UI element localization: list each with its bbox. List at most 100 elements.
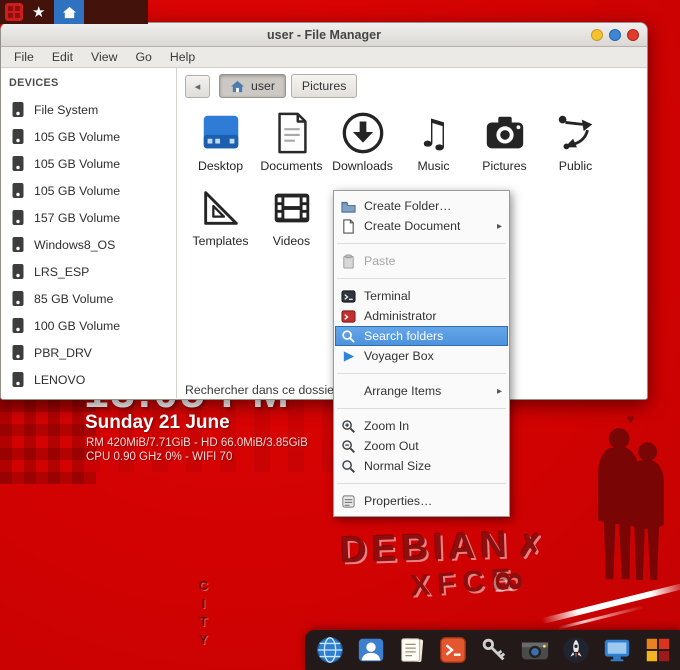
dock-rocket[interactable] bbox=[561, 635, 591, 665]
maximize-button[interactable] bbox=[609, 29, 621, 41]
menubar-item-go[interactable]: Go bbox=[126, 48, 160, 66]
minimize-button[interactable] bbox=[591, 29, 603, 41]
sidebar-item-label: 105 GB Volume bbox=[34, 184, 120, 198]
rocket-icon bbox=[561, 635, 591, 665]
file-downloads[interactable]: Downloads bbox=[327, 110, 398, 173]
wallpaper-graffiti-debian: DEBIAN✗ bbox=[339, 522, 548, 571]
submenu-arrow-icon: ▸ bbox=[497, 386, 502, 397]
context-menu-item-search-folders[interactable]: Search folders bbox=[335, 326, 508, 346]
camera-icon bbox=[520, 635, 550, 665]
drive-icon bbox=[11, 236, 25, 253]
sidebar-item-file-system[interactable]: File System bbox=[1, 96, 176, 123]
context-menu-item-administrator[interactable]: Administrator bbox=[335, 306, 508, 326]
notes-icon bbox=[397, 635, 427, 665]
favorites-star-icon[interactable]: ★ bbox=[32, 5, 45, 20]
home-panel-icon[interactable] bbox=[54, 0, 84, 24]
terminal-icon bbox=[341, 289, 356, 304]
file-music[interactable]: ♫ Music bbox=[398, 110, 469, 173]
dock-browser[interactable] bbox=[315, 635, 345, 665]
file-label: Videos bbox=[256, 234, 327, 248]
share-icon bbox=[553, 110, 599, 156]
sidebar-item-157-gb-volume[interactable]: 157 GB Volume bbox=[1, 204, 176, 231]
dock-camera[interactable] bbox=[520, 635, 550, 665]
wallpaper-stats-cpu: CPU 0.90 GHz 0% - WIFI 70 bbox=[86, 450, 308, 464]
sidebar-item-label: LENOVO bbox=[34, 373, 85, 387]
drive-icon bbox=[11, 344, 25, 361]
sidebar-item-windows8-os[interactable]: Windows8_OS bbox=[1, 231, 176, 258]
context-menu-item-arrange-items[interactable]: Arrange Items▸ bbox=[335, 381, 508, 401]
context-menu-item-zoom-out[interactable]: Zoom Out bbox=[335, 436, 508, 456]
back-button[interactable]: ◂ bbox=[185, 75, 210, 98]
file-desktop[interactable]: Desktop bbox=[185, 110, 256, 173]
menu-separator bbox=[337, 373, 506, 374]
context-menu: Create Folder…Create Document▸PasteTermi… bbox=[333, 190, 510, 517]
dock bbox=[305, 630, 680, 670]
context-menu-item-normal-size[interactable]: Normal Size bbox=[335, 456, 508, 476]
file-templates[interactable]: Templates bbox=[185, 185, 256, 248]
file-label: Music bbox=[398, 159, 469, 173]
context-menu-item-label: Create Document bbox=[364, 219, 460, 233]
menubar-item-view[interactable]: View bbox=[82, 48, 126, 66]
drive-icon bbox=[11, 155, 25, 172]
dock-terminal[interactable] bbox=[438, 635, 468, 665]
dock-user-folder[interactable] bbox=[356, 635, 386, 665]
properties-icon bbox=[341, 494, 356, 509]
menubar-item-file[interactable]: File bbox=[5, 48, 43, 66]
sidebar-item-lenovo[interactable]: LENOVO bbox=[1, 366, 176, 393]
menu-separator bbox=[337, 408, 506, 409]
browser-icon bbox=[315, 635, 345, 665]
sidebar-item-lrs-esp[interactable]: LRS_ESP bbox=[1, 258, 176, 285]
context-menu-item-paste: Paste bbox=[335, 251, 508, 271]
dock-app-grid[interactable] bbox=[643, 635, 673, 665]
voyager-icon bbox=[341, 349, 356, 364]
file-videos[interactable]: Videos bbox=[256, 185, 327, 248]
download-icon bbox=[340, 110, 386, 156]
path-button-pictures[interactable]: Pictures bbox=[291, 74, 357, 98]
file-documents[interactable]: Documents bbox=[256, 110, 327, 173]
wallpaper-couple-silhouette: ♥ bbox=[583, 410, 678, 638]
paste-icon bbox=[341, 254, 356, 269]
desktop-icon bbox=[198, 110, 244, 156]
close-button[interactable] bbox=[627, 29, 639, 41]
dock-keys[interactable] bbox=[479, 635, 509, 665]
breadcrumb: userPictures bbox=[219, 74, 357, 98]
keys-icon bbox=[479, 635, 509, 665]
zoom-in-icon bbox=[341, 419, 356, 434]
context-menu-item-zoom-in[interactable]: Zoom In bbox=[335, 416, 508, 436]
sidebar-item-105-gb-volume[interactable]: 105 GB Volume bbox=[1, 177, 176, 204]
window-body: DEVICES File System105 GB Volume105 GB V… bbox=[1, 68, 647, 398]
file-pictures[interactable]: Pictures bbox=[469, 110, 540, 173]
zoom-out-icon bbox=[341, 439, 356, 454]
context-menu-item-voyager-box[interactable]: Voyager Box bbox=[335, 346, 508, 366]
sidebar-item-85-gb-volume[interactable]: 85 GB Volume bbox=[1, 285, 176, 312]
file-label: Templates bbox=[185, 234, 256, 248]
wallpaper-stats-memory: RM 420MiB/7.71GiB - HD 66.0MiB/3.85GiB bbox=[86, 436, 308, 450]
menu-bar: FileEditViewGoHelp bbox=[1, 47, 647, 68]
camera-icon bbox=[482, 110, 528, 156]
menubar-item-help[interactable]: Help bbox=[161, 48, 204, 66]
file-label: Public bbox=[540, 159, 611, 173]
dock-display[interactable] bbox=[602, 635, 632, 665]
context-menu-item-create-document[interactable]: Create Document▸ bbox=[335, 216, 508, 236]
context-menu-item-create-folder[interactable]: Create Folder… bbox=[335, 196, 508, 216]
sidebar-item-100-gb-volume[interactable]: 100 GB Volume bbox=[1, 312, 176, 339]
dock-notes[interactable] bbox=[397, 635, 427, 665]
context-menu-item-label: Zoom In bbox=[364, 419, 409, 433]
template-icon bbox=[198, 185, 244, 231]
file-public[interactable]: Public bbox=[540, 110, 611, 173]
titlebar[interactable]: user - File Manager bbox=[1, 23, 647, 47]
context-menu-item-properties[interactable]: Properties… bbox=[335, 491, 508, 511]
sidebar-item-label: 85 GB Volume bbox=[34, 292, 113, 306]
sidebar-item-105-gb-volume[interactable]: 105 GB Volume bbox=[1, 123, 176, 150]
sidebar-item-label: LRS_ESP bbox=[34, 265, 89, 279]
launcher-icon[interactable] bbox=[5, 3, 23, 21]
context-menu-item-terminal[interactable]: Terminal bbox=[335, 286, 508, 306]
svg-text:♫: ♫ bbox=[416, 111, 450, 156]
sidebar-item-105-gb-volume[interactable]: 105 GB Volume bbox=[1, 150, 176, 177]
context-menu-item-label: Zoom Out bbox=[364, 439, 419, 453]
context-menu-item-label: Search folders bbox=[364, 329, 443, 343]
sidebar-item-pbr-drv[interactable]: PBR_DRV bbox=[1, 339, 176, 366]
file-label: Documents bbox=[256, 159, 327, 173]
menubar-item-edit[interactable]: Edit bbox=[43, 48, 82, 66]
path-button-user[interactable]: user bbox=[219, 74, 286, 98]
